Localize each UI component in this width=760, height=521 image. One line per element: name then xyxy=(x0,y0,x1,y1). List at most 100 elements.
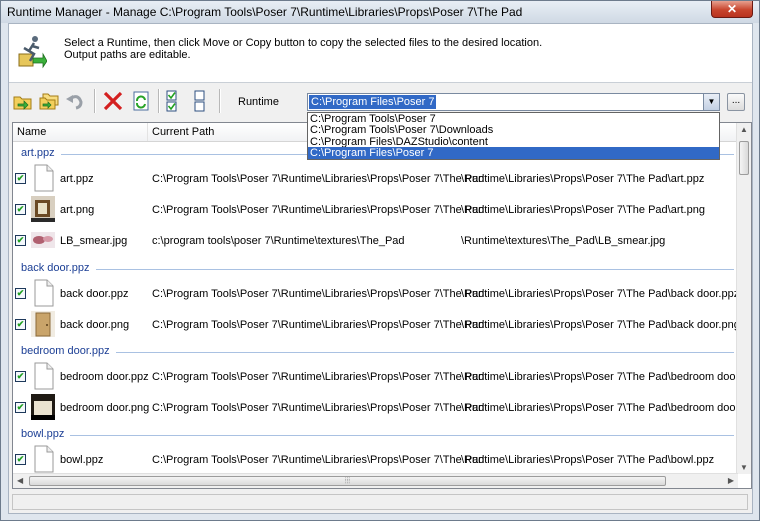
file-name: art.ppz xyxy=(60,173,94,185)
runtime-select-value: C:\Program Files\Poser 7 xyxy=(309,95,437,109)
toolbar-separator xyxy=(219,89,221,113)
horizontal-scroll-thumb[interactable]: ⦙⦙⦙ xyxy=(29,476,666,486)
current-path: C:\Program Tools\Poser 7\Runtime\Librari… xyxy=(152,371,485,383)
copy-files-button[interactable] xyxy=(38,90,60,112)
runtime-dropdown-list: C:\Program Tools\Poser 7 C:\Program Tool… xyxy=(307,112,720,160)
current-path: C:\Program Tools\Poser 7\Runtime\Librari… xyxy=(152,204,485,216)
vertical-scrollbar[interactable]: ▲ ▼ xyxy=(736,123,751,474)
horizontal-scrollbar[interactable]: ◀ ⦙⦙⦙ ▶ xyxy=(13,473,738,488)
door-thumbnail-icon xyxy=(31,311,55,337)
file-name: art.png xyxy=(60,204,95,216)
row-checkbox[interactable]: ✔ xyxy=(15,288,26,299)
client-area: Select a Runtime, then click Move or Cop… xyxy=(8,23,753,514)
runner-icon xyxy=(18,36,47,69)
table-row[interactable]: ✔ back door.png C:\Program Tools\Poser 7… xyxy=(13,309,740,339)
document-icon xyxy=(34,279,54,307)
group-divider xyxy=(21,435,734,436)
row-checkbox[interactable]: ✔ xyxy=(15,402,26,413)
row-checkbox[interactable]: ✔ xyxy=(15,204,26,215)
current-path: C:\Program Tools\Poser 7\Runtime\Librari… xyxy=(152,173,485,185)
table-row[interactable]: ✔ LB_smear.jpg c:\program tools\poser 7\… xyxy=(13,225,738,255)
bedroom-door-thumbnail-icon xyxy=(31,394,55,420)
current-path: C:\Program Tools\Poser 7\Runtime\Librari… xyxy=(152,454,485,466)
file-name: bedroom door.ppz xyxy=(60,371,149,383)
output-path[interactable]: \Runtime\Libraries\Props\Poser 7\The Pad… xyxy=(461,288,739,300)
output-path[interactable]: \Runtime\Libraries\Props\Poser 7\The Pad… xyxy=(461,173,704,185)
select-all-button[interactable] xyxy=(161,90,183,112)
file-list: Name Current Path art.ppz ✔ art.ppz C:\P… xyxy=(12,122,752,489)
output-path[interactable]: \Runtime\Libraries\Props\Poser 7\The Pad… xyxy=(461,204,705,216)
refresh-icon xyxy=(133,91,149,111)
instruction-note: Output paths are editable. xyxy=(64,49,191,61)
scroll-right-icon[interactable]: ▶ xyxy=(728,476,734,485)
refresh-button[interactable] xyxy=(130,90,152,112)
current-path: c:\program tools\poser 7\Runtime\texture… xyxy=(152,235,405,247)
folder-arrow-icon xyxy=(13,96,32,110)
close-button[interactable]: ✕ xyxy=(711,1,753,18)
row-checkbox[interactable]: ✔ xyxy=(15,235,26,246)
instructions-header: Select a Runtime, then click Move or Cop… xyxy=(9,24,752,83)
scroll-down-icon[interactable]: ▼ xyxy=(740,463,748,472)
group-header[interactable]: bowl.ppz xyxy=(13,428,738,442)
chevron-down-icon[interactable]: ▼ xyxy=(703,94,719,110)
current-path: C:\Program Tools\Poser 7\Runtime\Librari… xyxy=(152,319,485,331)
table-row[interactable]: ✔ bedroom door.png C:\Program Tools\Pose… xyxy=(13,392,751,422)
red-x-icon xyxy=(103,91,123,111)
scroll-up-icon[interactable]: ▲ xyxy=(740,125,748,134)
undo-icon xyxy=(66,95,83,110)
current-path: C:\Program Tools\Poser 7\Runtime\Librari… xyxy=(152,288,485,300)
checked-boxes-icon xyxy=(166,90,177,112)
group-label: bedroom door.ppz xyxy=(21,345,116,357)
table-row[interactable]: ✔ bedroom door.ppz C:\Program Tools\Pose… xyxy=(13,361,751,391)
row-checkbox[interactable]: ✔ xyxy=(15,454,26,465)
runtime-manager-window: Runtime Manager - Manage C:\Program Tool… xyxy=(0,0,760,521)
table-row[interactable]: ✔ bowl.ppz C:\Program Tools\Poser 7\Runt… xyxy=(13,444,738,474)
status-bar xyxy=(12,494,748,510)
group-label: art.ppz xyxy=(21,147,61,159)
move-files-button[interactable] xyxy=(12,90,34,112)
art-thumbnail-icon xyxy=(31,196,55,222)
file-name: back door.ppz xyxy=(60,288,129,300)
vertical-scroll-thumb[interactable] xyxy=(739,141,749,175)
group-header[interactable]: bedroom door.ppz xyxy=(13,345,738,359)
row-checkbox[interactable]: ✔ xyxy=(15,319,26,330)
output-path[interactable]: \Runtime\Libraries\Props\Poser 7\The Pad… xyxy=(461,371,751,383)
delete-button[interactable] xyxy=(102,90,124,112)
column-name[interactable]: Name xyxy=(13,123,148,141)
output-path[interactable]: \Runtime\Libraries\Props\Poser 7\The Pad… xyxy=(461,319,740,331)
row-checkbox[interactable]: ✔ xyxy=(15,173,26,184)
document-icon xyxy=(34,445,54,473)
runtime-option-selected[interactable]: C:\Program Files\Poser 7 xyxy=(308,147,719,159)
runtime-label: Runtime xyxy=(238,96,279,108)
runtime-option[interactable]: C:\Program Tools\Poser 7\Downloads xyxy=(308,124,719,136)
file-name: back door.png xyxy=(60,319,130,331)
document-icon xyxy=(34,164,54,192)
scroll-left-icon[interactable]: ◀ xyxy=(17,476,23,485)
instruction-text: Select a Runtime, then click Move or Cop… xyxy=(64,37,543,49)
select-none-button[interactable] xyxy=(189,90,211,112)
table-row[interactable]: ✔ art.png C:\Program Tools\Poser 7\Runti… xyxy=(13,194,738,224)
current-path: C:\Program Tools\Poser 7\Runtime\Librari… xyxy=(152,402,485,414)
table-row[interactable]: ✔ back door.ppz C:\Program Tools\Poser 7… xyxy=(13,278,739,308)
output-path[interactable]: \Runtime\Libraries\Props\Poser 7\The Pad… xyxy=(461,454,714,466)
group-divider xyxy=(21,269,734,270)
group-label: bowl.ppz xyxy=(21,428,71,440)
document-icon xyxy=(34,362,54,390)
output-path[interactable]: \Runtime\Libraries\Props\Poser 7\The Pad… xyxy=(461,402,751,414)
table-row[interactable]: ✔ art.ppz C:\Program Tools\Poser 7\Runti… xyxy=(13,163,738,193)
smear-thumbnail-icon xyxy=(31,232,55,248)
undo-button[interactable] xyxy=(64,90,86,112)
toolbar-separator xyxy=(94,89,96,113)
output-path[interactable]: \Runtime\textures\The_Pad\LB_smear.jpg xyxy=(461,235,665,247)
browse-button[interactable]: ... xyxy=(727,93,745,111)
file-name: LB_smear.jpg xyxy=(60,235,128,247)
file-name: bedroom door.png xyxy=(60,402,150,414)
file-name: bowl.ppz xyxy=(60,454,104,466)
runtime-select[interactable]: C:\Program Files\Poser 7 ▼ xyxy=(307,93,720,111)
window-title: Runtime Manager - Manage C:\Program Tool… xyxy=(7,5,523,19)
row-checkbox[interactable]: ✔ xyxy=(15,371,26,382)
group-header[interactable]: back door.ppz xyxy=(13,262,738,276)
toolbar-separator xyxy=(158,89,160,113)
group-divider xyxy=(21,352,734,353)
group-label: back door.ppz xyxy=(21,262,96,274)
